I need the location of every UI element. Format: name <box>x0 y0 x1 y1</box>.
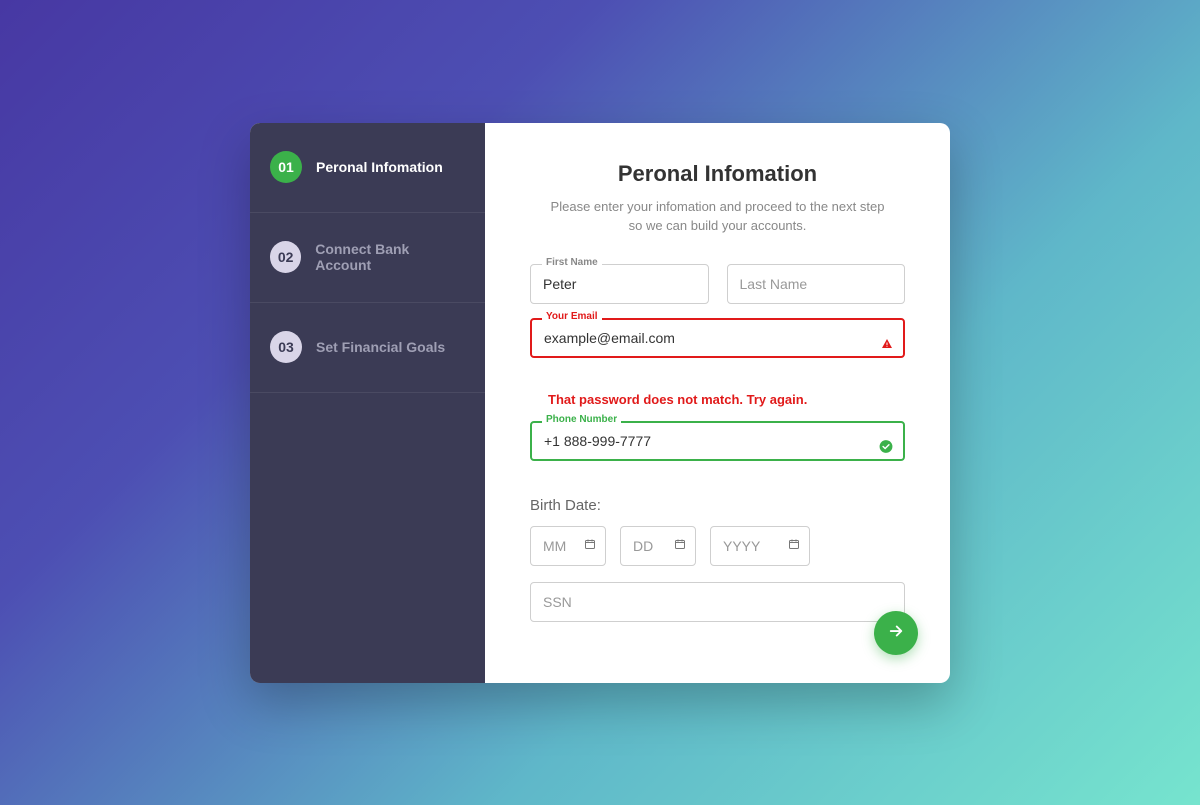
last-name-field[interactable] <box>727 264 906 304</box>
step-label: Peronal Infomation <box>316 159 443 175</box>
phone-field-wrap: Phone Number <box>530 421 905 477</box>
email-field-wrap: Your Email <box>530 318 905 374</box>
step-personal-information[interactable]: 01 Peronal Infomation <box>250 123 485 213</box>
check-circle-icon <box>879 439 893 458</box>
birth-year-wrap <box>710 526 810 566</box>
birth-day-wrap <box>620 526 696 566</box>
birth-date-row <box>530 526 905 566</box>
wizard-sidebar: 01 Peronal Infomation 02 Connect Bank Ac… <box>250 123 485 683</box>
email-error-message: That password does not match. Try again. <box>548 392 905 407</box>
ssn-field-wrap <box>530 582 905 638</box>
step-number: 02 <box>270 241 301 273</box>
first-name-field-wrap: First Name <box>530 264 709 304</box>
birth-month-wrap <box>530 526 606 566</box>
email-label: Your Email <box>542 311 602 322</box>
step-connect-bank-account[interactable]: 02 Connect Bank Account <box>250 213 485 303</box>
birth-day-field[interactable] <box>620 526 696 566</box>
birth-year-field[interactable] <box>710 526 810 566</box>
birth-month-field[interactable] <box>530 526 606 566</box>
page-title: Peronal Infomation <box>530 161 905 187</box>
arrow-right-icon <box>887 622 905 643</box>
email-field[interactable] <box>530 318 905 358</box>
warning-icon <box>881 337 893 355</box>
step-number: 03 <box>270 331 302 363</box>
step-number: 01 <box>270 151 302 183</box>
phone-label: Phone Number <box>542 414 621 425</box>
step-set-financial-goals[interactable]: 03 Set Financial Goals <box>250 303 485 393</box>
next-button[interactable] <box>874 611 918 655</box>
phone-field[interactable] <box>530 421 905 461</box>
birth-date-label: Birth Date: <box>530 497 905 514</box>
first-name-label: First Name <box>542 257 602 268</box>
last-name-field-wrap <box>727 264 906 304</box>
wizard-card: 01 Peronal Infomation 02 Connect Bank Ac… <box>250 123 950 683</box>
page-subtitle: Please enter your infomation and proceed… <box>530 197 905 236</box>
ssn-field[interactable] <box>530 582 905 622</box>
step-label: Set Financial Goals <box>316 339 445 355</box>
step-label: Connect Bank Account <box>315 241 465 273</box>
form-panel: Peronal Infomation Please enter your inf… <box>485 123 950 683</box>
first-name-field[interactable] <box>530 264 709 304</box>
